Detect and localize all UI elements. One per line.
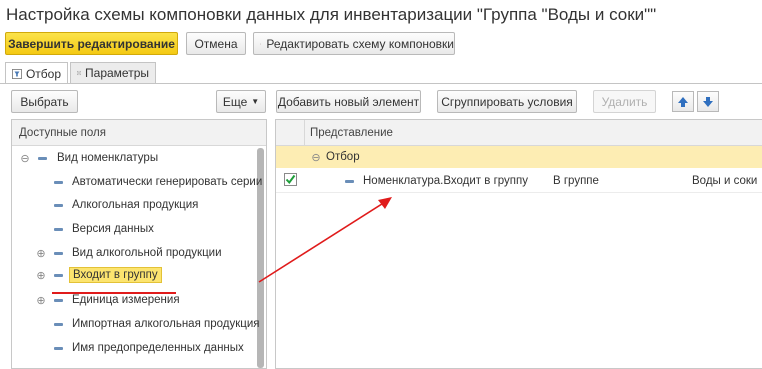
tree-item[interactable]: Имя предопределенных данных [12, 338, 266, 358]
field-icon [54, 298, 63, 302]
tree-item[interactable]: ⊕ Вид алкогольной продукции [12, 243, 266, 263]
tree-item-label: Имя предопределенных данных [72, 342, 244, 354]
checkmark-icon [285, 174, 296, 185]
header-divider [304, 120, 305, 145]
expand-icon[interactable]: ⊕ [36, 294, 46, 307]
field-icon [54, 273, 63, 277]
add-element-label: Добавить новый элемент [277, 94, 420, 109]
more-button[interactable]: Еще ▼ [216, 90, 266, 113]
available-fields-header: Доступные поля [12, 120, 266, 146]
field-icon [54, 251, 63, 255]
field-icon [54, 322, 63, 326]
tab-divider [0, 83, 762, 84]
expand-icon[interactable]: ⊕ [36, 269, 46, 282]
tree-item[interactable]: Версия данных [12, 219, 266, 239]
expand-icon[interactable]: ⊕ [36, 247, 46, 260]
collapse-icon[interactable]: ⊖ [20, 152, 30, 165]
more-label: Еще [222, 94, 248, 109]
move-up-button[interactable] [672, 91, 694, 112]
field-icon [345, 179, 354, 183]
finish-editing-button[interactable]: Завершить редактирование [5, 32, 178, 55]
field-icon [54, 346, 63, 350]
tab-filter-label: Отбор [25, 66, 61, 81]
page-title: Настройка схемы компоновки данных для ин… [6, 5, 657, 24]
add-element-button[interactable]: Добавить новый элемент [276, 90, 421, 113]
tree-item-label: Алкогольная продукция [72, 199, 199, 211]
dropdown-arrow-icon: ▼ [251, 97, 260, 106]
arrow-up-icon [678, 96, 688, 107]
tab-parameters[interactable]: Параметры [70, 62, 156, 83]
tree-item[interactable]: Импортная алкогольная продукция [12, 314, 266, 334]
tree-item-label: Единица измерения [72, 294, 180, 306]
filter-group-row[interactable]: ⊖ Отбор [276, 146, 762, 168]
tree-item-label: Входит в группу [69, 267, 162, 283]
finish-editing-label: Завершить редактирование [8, 36, 175, 51]
tree-item[interactable]: Алкогольная продукция [12, 195, 266, 215]
group-conditions-button[interactable]: Сгруппировать условия [437, 90, 577, 113]
filter-condition-row[interactable]: Номенклатура.Входит в группу В группе Во… [276, 170, 762, 193]
field-icon [54, 227, 63, 231]
filter-panel: Представление ⊖ Отбор Номенклатура.Входи… [275, 119, 762, 369]
tree-item-label: Вид номенклатуры [57, 152, 159, 164]
tab-parameters-label: Параметры [85, 66, 149, 80]
field-icon [54, 203, 63, 207]
tree-item-label: Импортная алкогольная продукция [72, 318, 260, 330]
select-label: Выбрать [20, 94, 69, 109]
tab-filter[interactable]: Отбор [5, 62, 68, 84]
field-icon [54, 180, 63, 184]
tree-item-label: Автоматически генерировать серии [72, 176, 263, 188]
available-fields-panel: Доступные поля ⊖ Вид номенклатуры Автома… [11, 119, 267, 369]
filter-value: Воды и соки [692, 175, 758, 187]
params-icon [77, 70, 82, 76]
arrow-down-icon [703, 96, 713, 107]
filter-icon [12, 68, 22, 79]
filter-group-label: Отбор [326, 151, 360, 163]
collapse-icon[interactable]: ⊖ [311, 151, 321, 164]
cancel-label: Отмена [194, 36, 238, 51]
edit-schema-button[interactable]: Редактировать схему компоновки [253, 32, 455, 55]
tree-item[interactable]: ⊖ Вид номенклатуры [12, 148, 266, 168]
edit-schema-label: Редактировать схему компоновки [266, 36, 454, 51]
delete-button[interactable]: Удалить [593, 90, 656, 113]
cancel-button[interactable]: Отмена [186, 32, 246, 55]
tree-item-label: Версия данных [72, 223, 154, 235]
tree-item-selected[interactable]: ⊕ Входит в группу [12, 265, 266, 285]
edit-schema-icon [260, 42, 262, 45]
use-checkbox[interactable] [284, 173, 297, 186]
group-conditions-label: Сгруппировать условия [441, 94, 573, 109]
tree-item-label: Вид алкогольной продукции [72, 247, 222, 259]
representation-header: Представление [276, 120, 762, 146]
filter-field: Номенклатура.Входит в группу [363, 175, 528, 187]
field-icon [38, 156, 47, 160]
tree-item[interactable]: ⊕ Единица измерения [12, 290, 266, 310]
tree-item[interactable]: Автоматически генерировать серии [12, 172, 266, 192]
filter-condition: В группе [553, 175, 599, 187]
delete-label: Удалить [601, 94, 648, 109]
move-down-button[interactable] [697, 91, 719, 112]
select-button[interactable]: Выбрать [11, 90, 78, 113]
